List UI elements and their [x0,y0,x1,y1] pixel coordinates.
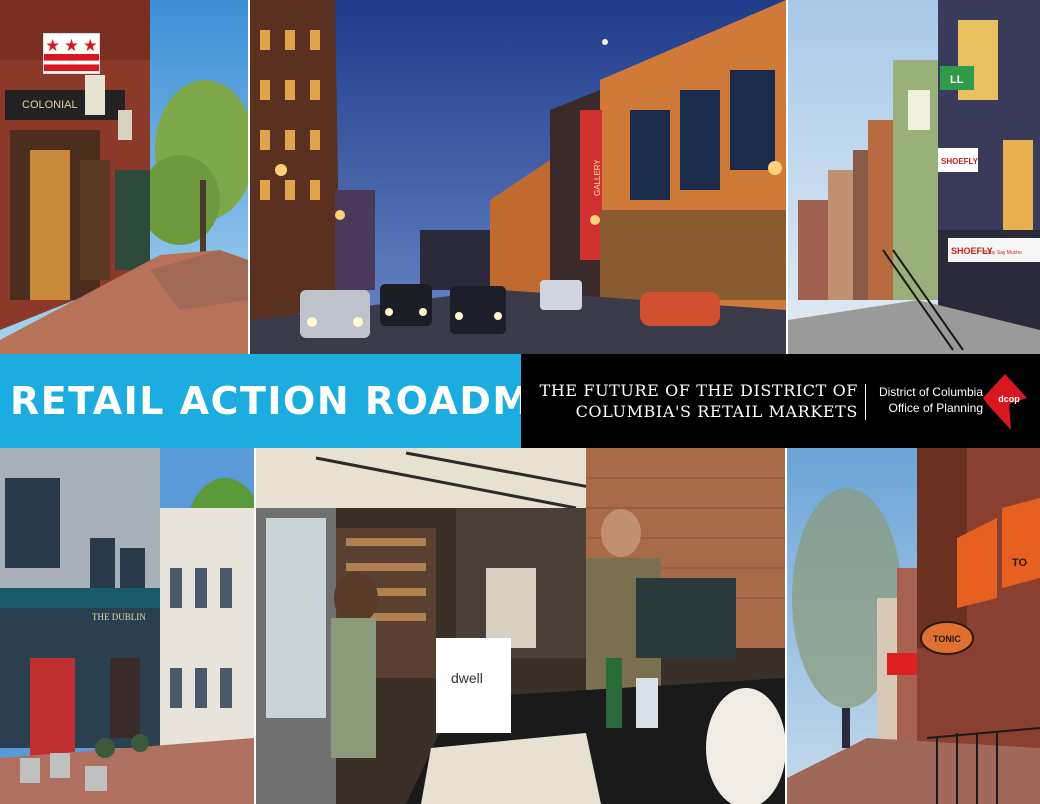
moon-icon [602,39,608,45]
sign-colonial: COLONIAL [22,99,78,111]
photo-street-tonic: TO TONIC [787,448,1040,804]
sign-gallery: GALLERY [593,159,602,196]
sign-dwell: dwell [451,670,483,686]
logo-text: dcop [998,394,1020,404]
title-panel: RETAIL ACTION ROADMAP [0,354,590,448]
photo-brick-sidewalk-street: COLONIAL [0,0,248,354]
photo-night-street-traffic: GALLERY [250,0,786,354]
sign-shoefly-upper: SHOEFLY [941,157,979,166]
photo-shop-interior: dwell [256,448,785,804]
sign-the-dublin: THE DUBLIN [92,612,146,622]
sign-tonic: TONIC [933,634,961,644]
subtitle: THE FUTURE OF THE DISTRICT OF COLUMBIA'S… [521,380,858,422]
agency-line-1: District of Columbia [878,385,983,399]
subtitle-line-1: THE FUTURE OF THE DISTRICT OF [539,381,858,400]
page-title: RETAIL ACTION ROADMAP [10,379,592,423]
subtitle-panel: THE FUTURE OF THE DISTRICT OF COLUMBIA'S… [521,354,1040,448]
subtitle-line-2: COLUMBIA'S RETAIL MARKETS [575,402,858,421]
dcop-logo-icon: dcop [983,374,1027,430]
agency-name: District of Columbia Office of Planning [873,384,983,416]
photo-rowhouse-shops: SHOEFLY SHOEFLY Baby Say Mucho LL [788,0,1040,354]
photo-outdoor-cafe: THE DUBLIN [0,448,254,804]
title-band: RETAIL ACTION ROADMAP THE FUTURE OF THE … [0,354,1040,448]
sign-baby-say-mucho: Baby Say Mucho [984,250,1022,256]
agency-line-2: Office of Planning [888,401,983,415]
sign-ll: LL [950,74,964,86]
dc-flag-icon [43,33,100,74]
divider [865,384,866,420]
sign-to: TO [1012,557,1028,569]
